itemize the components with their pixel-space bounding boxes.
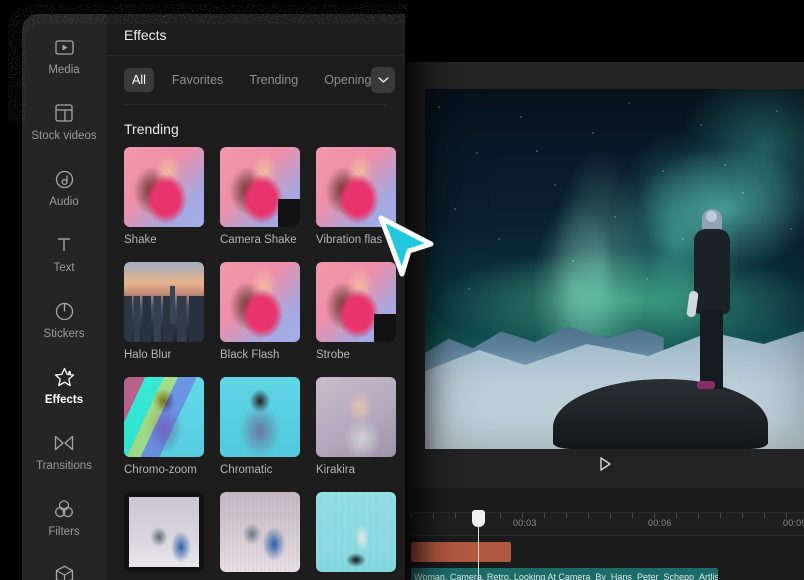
sidebar-item-audio[interactable]: Audio bbox=[22, 164, 106, 212]
sidebar-item-stickers[interactable]: Stickers bbox=[22, 296, 106, 344]
sidebar-item-library[interactable]: Library bbox=[22, 560, 106, 580]
effect-label: Shake bbox=[124, 234, 157, 246]
sidebar: Media Stock videos Audio Text Stickers E… bbox=[22, 14, 106, 580]
timeline-toolbar bbox=[405, 488, 804, 512]
timeline-tracks[interactable]: Woman, Camera, Retro, Looking At Camera_… bbox=[405, 536, 804, 580]
left-panel: Media Stock videos Audio Text Stickers E… bbox=[22, 14, 405, 580]
sidebar-item-label: Transitions bbox=[36, 460, 92, 472]
effect-label: Camera Shake bbox=[220, 234, 297, 246]
effect-label: Chromatic bbox=[220, 464, 273, 476]
effect-item[interactable]: Vibration flas bbox=[316, 147, 396, 246]
timeline-clip-video[interactable]: Woman, Camera, Retro, Looking At Camera_… bbox=[411, 568, 718, 580]
effect-thumbnail bbox=[316, 377, 396, 457]
effect-item[interactable] bbox=[316, 492, 396, 579]
effect-item[interactable]: Strobe bbox=[316, 262, 396, 361]
sidebar-item-transitions[interactable]: Transitions bbox=[22, 428, 106, 476]
preview-stage bbox=[405, 62, 804, 488]
sidebar-item-label: Media bbox=[48, 64, 80, 76]
effect-thumbnail bbox=[124, 262, 204, 342]
effects-grid: Shake Camera Shake Vibration flas Halo B… bbox=[106, 147, 405, 580]
stickers-icon bbox=[53, 300, 75, 322]
sidebar-item-label: Text bbox=[53, 262, 75, 274]
transitions-icon bbox=[53, 432, 75, 454]
sidebar-item-label: Stickers bbox=[43, 328, 85, 340]
sidebar-item-stock-videos[interactable]: Stock videos bbox=[22, 98, 106, 146]
effect-item[interactable] bbox=[124, 492, 204, 579]
timeline-playhead[interactable] bbox=[472, 510, 485, 580]
timeline-timestamp-1: 00:03 bbox=[513, 518, 537, 528]
effect-thumbnail bbox=[220, 377, 300, 457]
timeline-clip-effect[interactable] bbox=[411, 542, 511, 562]
section-title: Trending bbox=[124, 121, 179, 137]
effect-thumbnail bbox=[316, 147, 396, 227]
effect-item[interactable]: Black Flash bbox=[220, 262, 300, 361]
effect-thumbnail bbox=[220, 492, 300, 572]
effect-label: Kirakira bbox=[316, 464, 355, 476]
sidebar-item-media[interactable]: Media bbox=[22, 32, 106, 80]
playhead-handle[interactable] bbox=[472, 510, 485, 527]
tab-trending[interactable]: Trending bbox=[241, 68, 306, 92]
audio-icon bbox=[53, 168, 75, 190]
tab-opening[interactable]: Opening & bbox=[316, 68, 378, 92]
filters-icon bbox=[53, 498, 75, 520]
effect-thumbnail bbox=[124, 492, 204, 572]
effect-thumbnail bbox=[316, 492, 396, 572]
effect-thumbnail bbox=[220, 262, 300, 342]
effect-label: Chromo-zoom bbox=[124, 464, 197, 476]
effects-header: Effects bbox=[106, 14, 405, 56]
playback-controls bbox=[405, 440, 804, 488]
text-icon bbox=[53, 234, 75, 256]
effects-panel: Effects All Favorites Trending Opening &… bbox=[106, 14, 405, 580]
effect-label: Strobe bbox=[316, 349, 350, 361]
effect-thumbnail bbox=[316, 262, 396, 342]
effect-item[interactable]: Chromatic bbox=[220, 377, 300, 476]
media-icon bbox=[53, 36, 75, 58]
sidebar-item-effects[interactable]: Effects bbox=[22, 362, 106, 410]
app-root: 00:03 00:06 00:09 Woman, Camera, Retro, … bbox=[0, 0, 804, 580]
tab-all[interactable]: All bbox=[124, 68, 154, 92]
timeline-timestamp-2: 00:06 bbox=[648, 518, 672, 528]
effect-item[interactable]: Shake bbox=[124, 147, 204, 246]
effect-label: Black Flash bbox=[220, 349, 280, 361]
preview-video[interactable] bbox=[425, 89, 804, 449]
effect-item[interactable]: Kirakira bbox=[316, 377, 396, 476]
sidebar-item-label: Audio bbox=[49, 196, 79, 208]
effect-item[interactable] bbox=[220, 492, 300, 579]
effect-item[interactable]: Camera Shake bbox=[220, 147, 300, 246]
effects-tabs: All Favorites Trending Opening & bbox=[106, 56, 405, 104]
library-icon bbox=[53, 564, 75, 580]
play-icon[interactable] bbox=[595, 454, 615, 474]
sidebar-item-label: Stock videos bbox=[31, 130, 97, 142]
timeline[interactable]: 00:03 00:06 00:09 Woman, Camera, Retro, … bbox=[405, 488, 804, 580]
sidebar-item-label: Effects bbox=[44, 394, 84, 406]
tab-favorites[interactable]: Favorites bbox=[164, 68, 231, 92]
page-title: Effects bbox=[124, 26, 167, 43]
effect-thumbnail bbox=[220, 147, 300, 227]
timeline-ruler[interactable]: 00:03 00:06 00:09 bbox=[405, 512, 804, 536]
sidebar-item-filters[interactable]: Filters bbox=[22, 494, 106, 542]
preview-vignette bbox=[425, 89, 804, 449]
effect-label: Halo Blur bbox=[124, 349, 172, 361]
timeline-timestamp-3: 00:09 bbox=[783, 518, 804, 528]
effect-item[interactable]: Halo Blur bbox=[124, 262, 204, 361]
sidebar-item-label: Filters bbox=[48, 526, 80, 538]
effect-thumbnail bbox=[124, 147, 204, 227]
sidebar-item-text[interactable]: Text bbox=[22, 230, 106, 278]
stock-videos-icon bbox=[53, 102, 75, 124]
effects-icon bbox=[53, 366, 75, 388]
chevron-down-icon[interactable] bbox=[371, 67, 395, 93]
effect-item[interactable]: Chromo-zoom bbox=[124, 377, 204, 476]
effect-label: Vibration flas bbox=[316, 234, 383, 246]
effect-thumbnail bbox=[124, 377, 204, 457]
